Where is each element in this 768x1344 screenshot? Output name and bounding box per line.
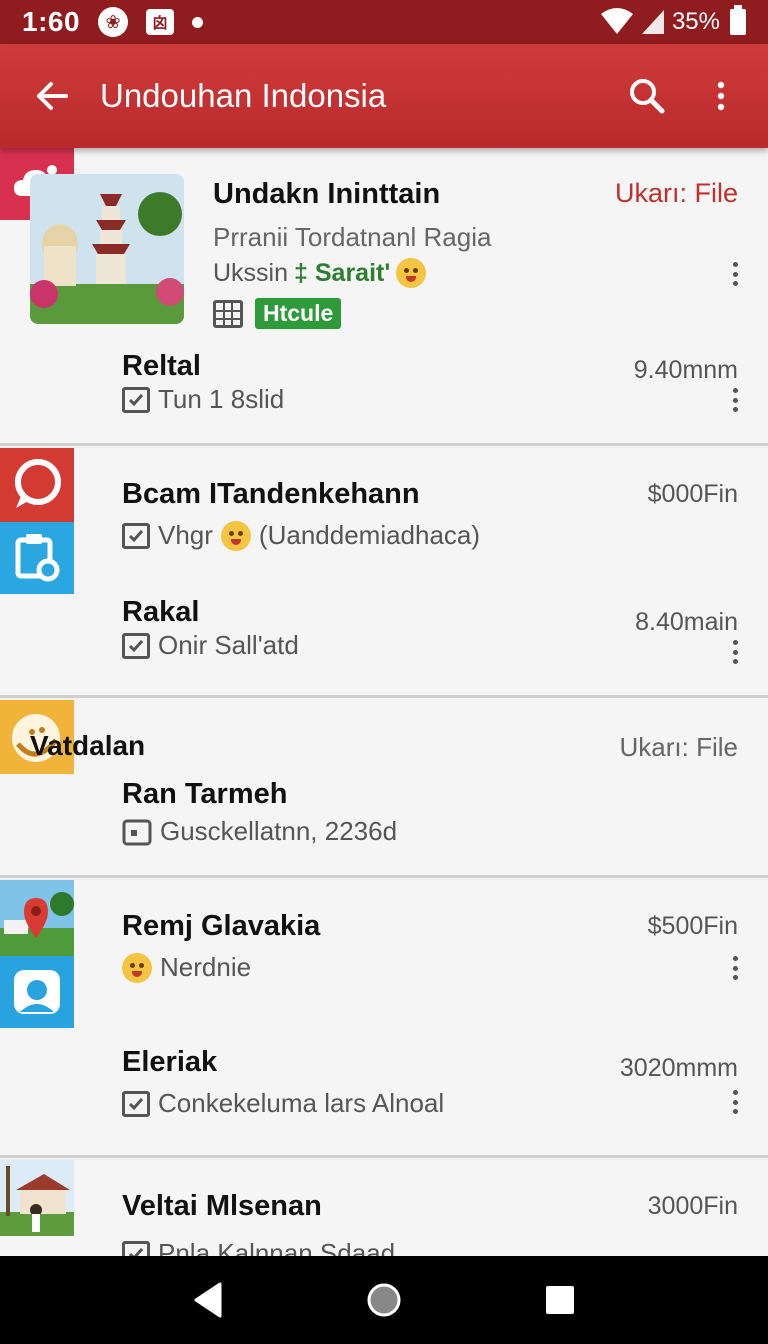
nav-back-button[interactable]	[178, 1270, 238, 1330]
item-size: 3020mmm	[619, 1054, 738, 1082]
item-subtitle: Pnla Kalnnan Sdaad	[122, 1238, 395, 1256]
item-menu-button[interactable]	[732, 956, 738, 980]
item-size: 8.40main	[635, 608, 738, 636]
item-subtitle-text: Onir Sall'atd	[158, 630, 299, 660]
item-size: 3000Fin	[647, 1192, 738, 1220]
battery-icon	[730, 5, 746, 35]
app-icon[interactable]	[0, 522, 74, 594]
clipboard-icon	[15, 534, 60, 582]
item-subtitle-extra: (Uanddemiadhaca)	[258, 520, 481, 550]
item-menu-button[interactable]	[732, 1090, 738, 1114]
section-header: Vatdalan	[30, 730, 146, 761]
item-name[interactable]: Eleriak	[122, 1046, 217, 1079]
page-title: Undouhan Indonsia	[100, 77, 387, 114]
checkbox-icon	[122, 632, 150, 659]
featured-tag-green: ‡ Sarait'	[294, 258, 391, 287]
item-subtitle: Tun 1 8slid	[122, 384, 284, 415]
featured-subtitle: Prranii Tordatnanl Ragia	[213, 222, 492, 252]
person-icon	[14, 970, 60, 1014]
status-bar: 1:60 ❀ 囟 35%	[0, 0, 768, 44]
more-vertical-icon	[717, 81, 725, 111]
item-name[interactable]: Remj Glavakia	[122, 910, 320, 943]
item-subtitle: Gusckellatnn, 2236d	[122, 816, 397, 847]
village-image-icon	[0, 1160, 74, 1236]
item-size: $500Fin	[647, 912, 738, 940]
app-icon[interactable]	[0, 448, 74, 522]
app-icon[interactable]	[0, 956, 74, 1028]
back-button[interactable]	[30, 74, 74, 118]
list-section: Vatdalan Ukarı: File Ran Tarmeh Gusckell…	[0, 700, 768, 878]
notification-icon-2: 囟	[146, 9, 175, 35]
app-bar-actions	[624, 73, 744, 119]
item-subtitle-text: Vhgr	[158, 520, 213, 550]
checkbox-icon	[122, 522, 150, 549]
checkbox-icon	[122, 1240, 150, 1256]
list-section: Bcam ITandenkehann Vhgr (Uanddemiadhaca)…	[0, 448, 768, 698]
open-file-link[interactable]: Ukarı: File	[615, 178, 738, 209]
item-size: $000Fin	[647, 480, 738, 508]
emoji-icon	[220, 520, 251, 551]
item-subtitle-text: Gusckellatnn, 2236d	[160, 816, 398, 846]
search-icon	[630, 79, 665, 114]
nav-recents-button[interactable]	[530, 1270, 590, 1330]
item-name[interactable]: Ran Tarmeh	[122, 778, 287, 811]
wifi-icon	[600, 8, 633, 34]
item-menu-button[interactable]	[732, 388, 738, 412]
item-menu-button[interactable]	[732, 262, 738, 286]
featured-tag: Ukssin ‡ Sarait'	[213, 258, 427, 288]
clock: 1:60	[22, 6, 81, 37]
emoji-icon	[396, 258, 427, 288]
featured-title[interactable]: Undakn Ininttain	[213, 178, 440, 211]
item-subtitle-text: Tun 1 8slid	[158, 384, 285, 414]
item-name[interactable]: Reltal	[122, 350, 201, 383]
status-right: 35%	[600, 5, 746, 36]
notification-icon: ❀	[98, 7, 129, 37]
status-badge: Htcule	[255, 298, 342, 329]
temple-image-icon	[30, 174, 184, 324]
map-pin-icon	[0, 880, 74, 956]
nav-home-button[interactable]	[354, 1270, 414, 1330]
list-section: Undakn Ininttain Ukarı: File Prranii Tor…	[0, 148, 768, 446]
item-subtitle: Nerdnie	[122, 952, 251, 983]
square-recents-icon	[546, 1286, 574, 1314]
app-bar: Undouhan Indonsia	[0, 44, 768, 148]
item-size: 9.40mnm	[633, 356, 738, 384]
download-list[interactable]: Undakn Ininttain Ukarı: File Prranii Tor…	[0, 148, 768, 1256]
item-subtitle-text: Pnla Kalnnan Sdaad	[158, 1238, 396, 1256]
item-name[interactable]: Veltai Mlsenan	[122, 1190, 322, 1223]
overflow-menu-button[interactable]	[698, 73, 744, 119]
calendar-icon	[122, 819, 152, 845]
item-subtitle-text: Nerdnie	[160, 952, 252, 982]
speech-bubble-icon	[15, 459, 61, 508]
list-section: Veltai Mlsenan Pnla Kalnnan Sdaad 3000Fi…	[0, 1160, 768, 1256]
notification-dot-icon	[192, 16, 204, 28]
app-icon[interactable]	[0, 1160, 74, 1236]
emoji-icon	[122, 952, 152, 983]
circle-home-icon	[367, 1283, 401, 1317]
navigation-bar	[0, 1256, 768, 1344]
search-button[interactable]	[624, 73, 670, 119]
featured-badge-row: Htcule	[213, 298, 342, 329]
checkbox-icon	[122, 1090, 150, 1117]
item-subtitle: Conkekeluma lars Alnoal	[122, 1088, 444, 1119]
arrow-left-icon	[37, 82, 68, 110]
grid-icon	[213, 299, 243, 328]
list-section: Remj Glavakia Nerdnie $500Fin Eleriak Co…	[0, 880, 768, 1158]
featured-tag-prefix: Ukssin	[213, 258, 289, 287]
battery-percentage: 35%	[671, 8, 720, 35]
item-name[interactable]: Bcam ITandenkehann	[122, 478, 420, 511]
item-subtitle: Onir Sall'atd	[122, 630, 299, 661]
open-file-link[interactable]: Ukarı: File	[620, 732, 738, 763]
triangle-back-icon	[194, 1282, 222, 1318]
featured-thumbnail[interactable]	[30, 174, 184, 324]
item-subtitle-text: Conkekeluma lars Alnoal	[158, 1088, 445, 1118]
item-subtitle: Vhgr (Uanddemiadhaca)	[122, 520, 480, 551]
app-icon[interactable]	[0, 880, 74, 956]
signal-icon	[641, 10, 664, 34]
item-name[interactable]: Rakal	[122, 596, 199, 629]
item-menu-button[interactable]	[732, 640, 738, 664]
checkbox-icon	[122, 386, 150, 413]
